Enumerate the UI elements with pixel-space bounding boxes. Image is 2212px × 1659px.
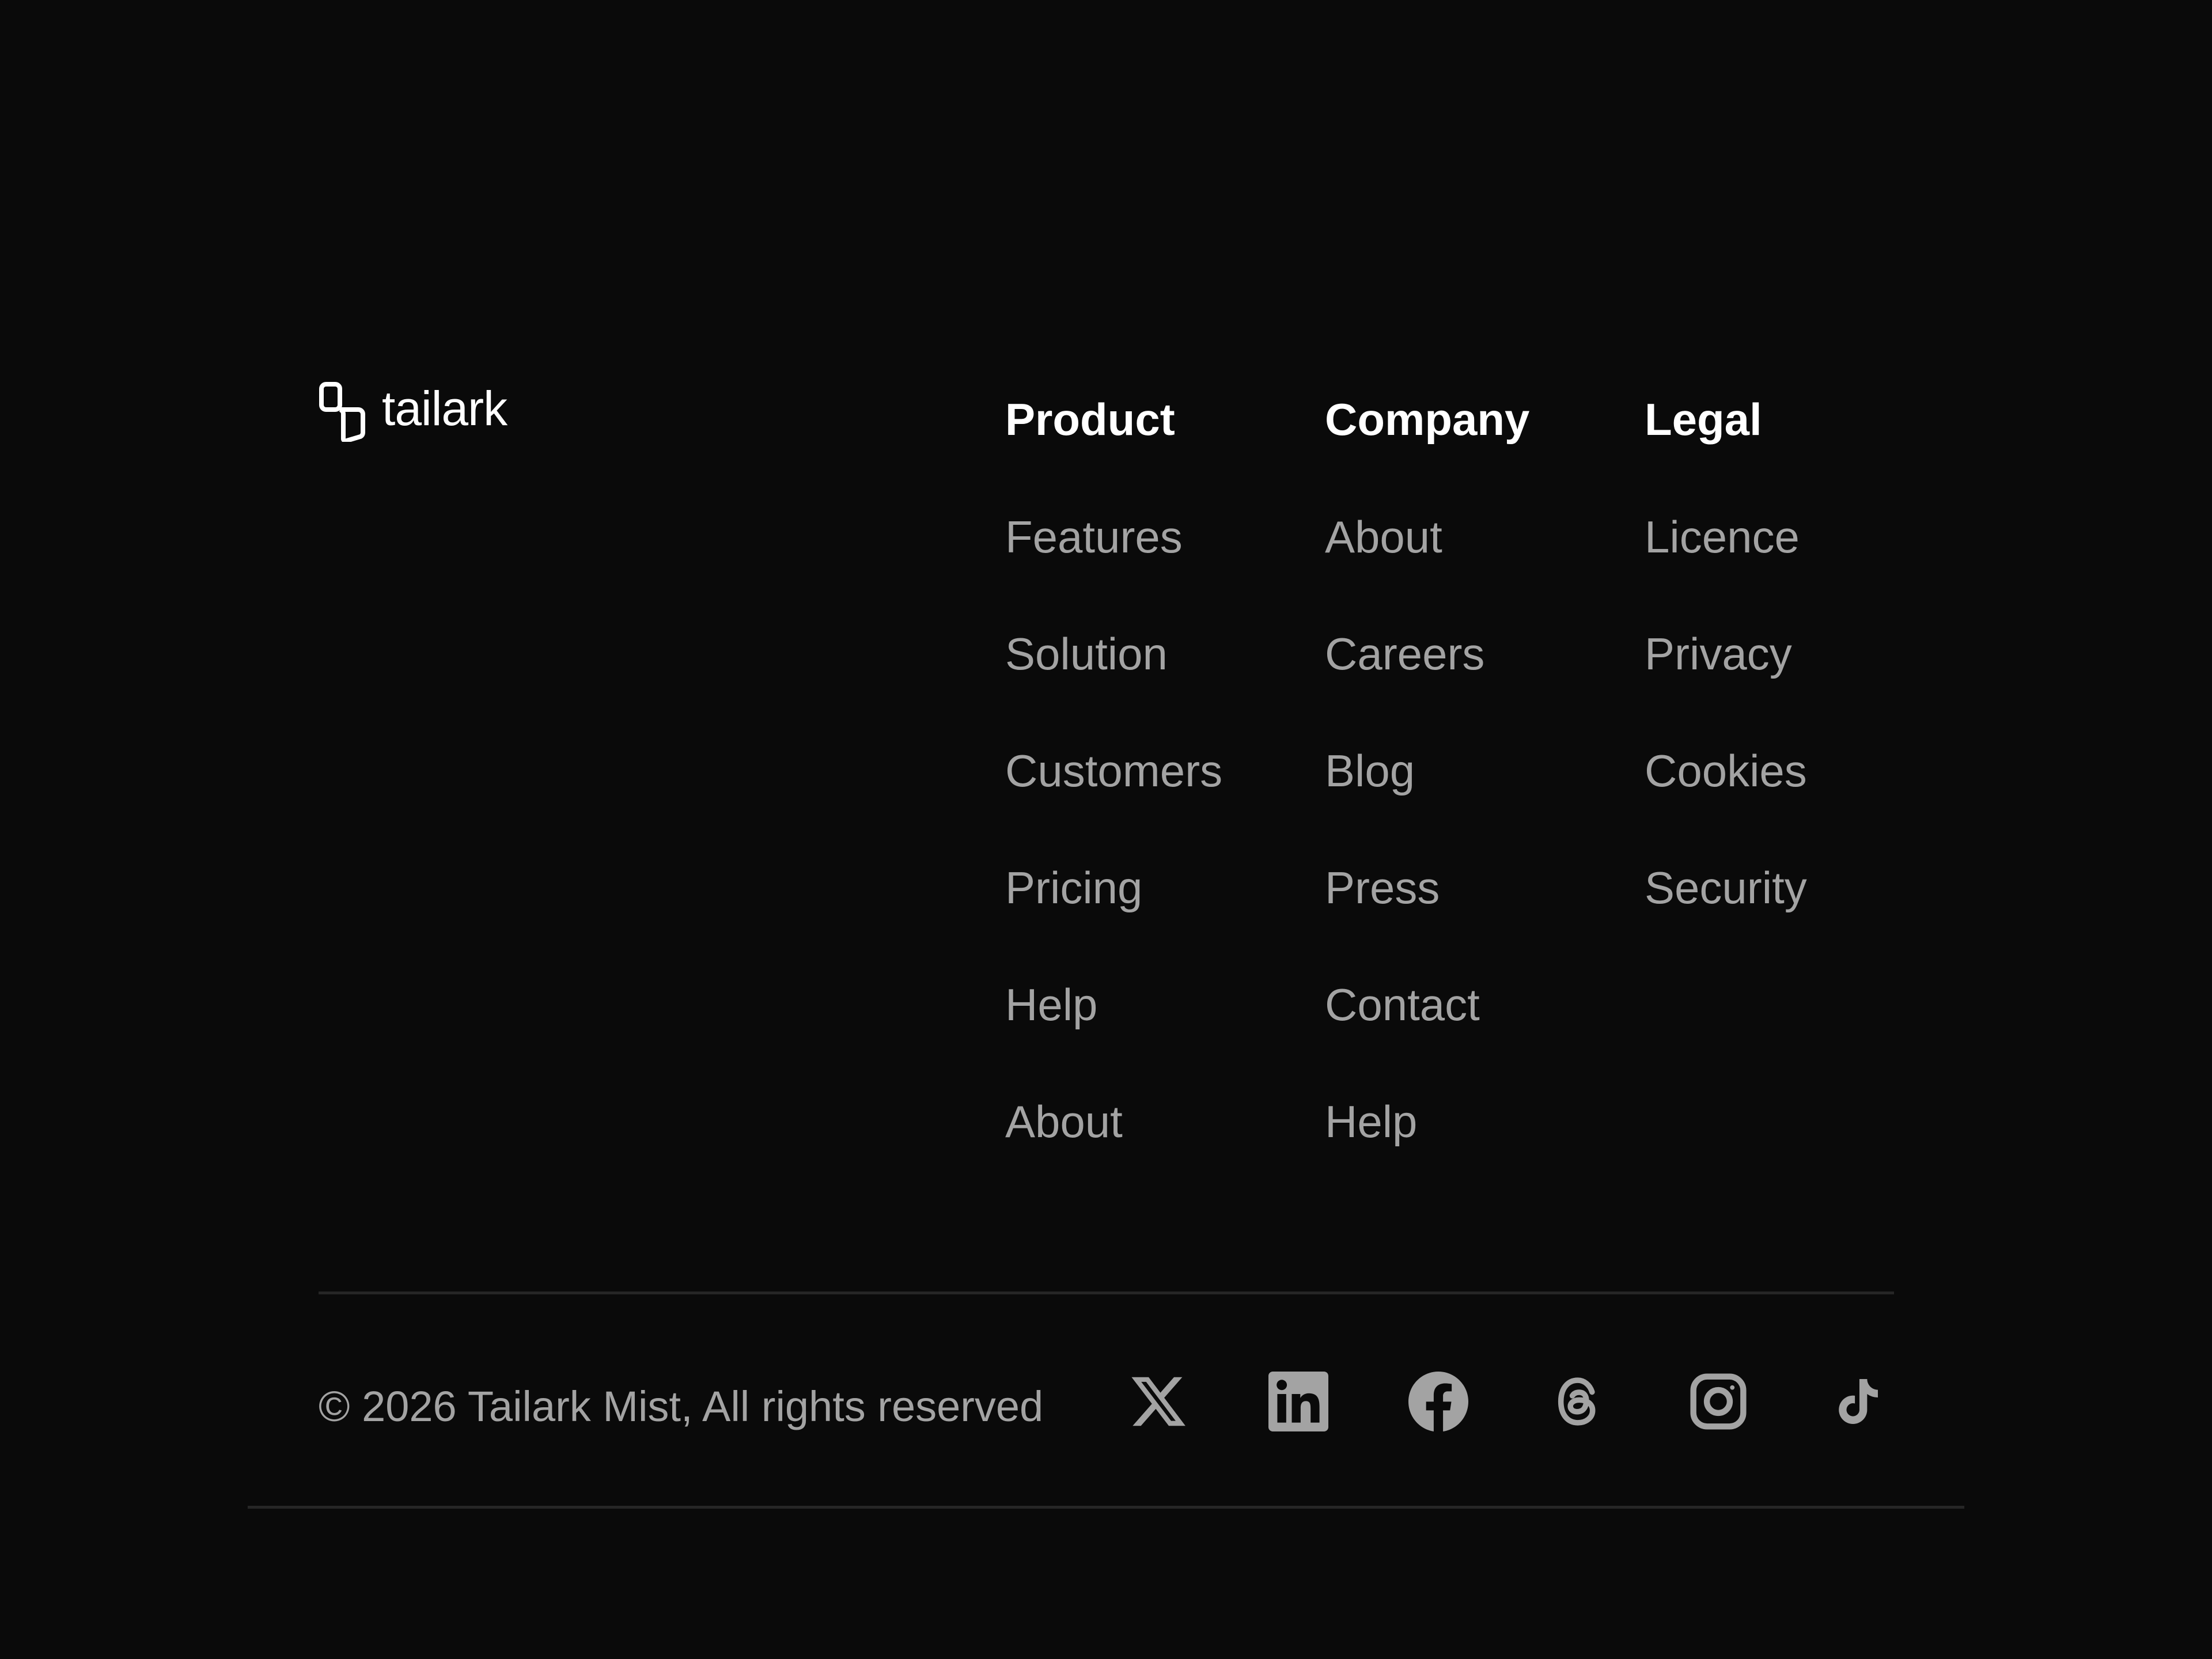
link-list: Licence Privacy Cookies Security [1645, 507, 1807, 918]
footer-link[interactable]: Blog [1325, 741, 1529, 801]
footer-link[interactable]: Security [1645, 858, 1807, 918]
x-icon [1131, 1377, 1185, 1426]
page-bottom-divider [248, 1506, 1964, 1509]
footer-link[interactable]: About [1325, 507, 1529, 567]
column-heading: Legal [1645, 394, 1762, 445]
footer-link[interactable]: Help [1005, 975, 1222, 1035]
linkedin-icon [1268, 1372, 1328, 1431]
footer-link[interactable]: Licence [1645, 507, 1807, 567]
threads-icon [1558, 1377, 1596, 1426]
footer-link[interactable]: About [1005, 1092, 1222, 1152]
facebook-icon [1408, 1372, 1468, 1431]
tiktok-icon [1839, 1379, 1878, 1424]
social-link-instagram[interactable] [1687, 1370, 1750, 1433]
social-link-x[interactable] [1127, 1370, 1190, 1433]
social-link-linkedin[interactable] [1267, 1370, 1330, 1433]
social-link-threads[interactable] [1547, 1370, 1610, 1433]
footer-link[interactable]: Help [1325, 1092, 1529, 1152]
footer-link[interactable]: Cookies [1645, 741, 1807, 801]
brand-name: tailark [382, 381, 507, 435]
footer-link[interactable]: Contact [1325, 975, 1529, 1035]
footer-link[interactable]: Customers [1005, 741, 1222, 801]
footer-column-legal: Legal Licence Privacy Cookies Security [1645, 389, 1807, 918]
footer-column-company: Company About Careers Blog Press Contact… [1325, 389, 1529, 1152]
column-heading: Company [1325, 394, 1530, 445]
footer-column-product: Product Features Solution Customers Pric… [1005, 389, 1222, 1152]
footer-divider [319, 1291, 1894, 1294]
brand-logo[interactable]: tailark [319, 380, 507, 444]
footer-link[interactable]: Features [1005, 507, 1222, 567]
footer-link[interactable]: Careers [1325, 624, 1529, 684]
link-list: Features Solution Customers Pricing Help… [1005, 507, 1222, 1152]
link-list: About Careers Blog Press Contact Help [1325, 507, 1529, 1152]
social-link-tiktok[interactable] [1827, 1370, 1890, 1433]
copyright-text: © 2026 Tailark Mist, All rights reserved [319, 1382, 1044, 1430]
footer-link[interactable]: Privacy [1645, 624, 1807, 684]
tailark-logo-icon [319, 382, 365, 442]
footer-link[interactable]: Solution [1005, 624, 1222, 684]
instagram-icon [1690, 1373, 1747, 1430]
footer-link[interactable]: Pricing [1005, 858, 1222, 918]
footer-link[interactable]: Press [1325, 858, 1529, 918]
social-link-facebook[interactable] [1407, 1370, 1470, 1433]
column-heading: Product [1005, 394, 1175, 445]
